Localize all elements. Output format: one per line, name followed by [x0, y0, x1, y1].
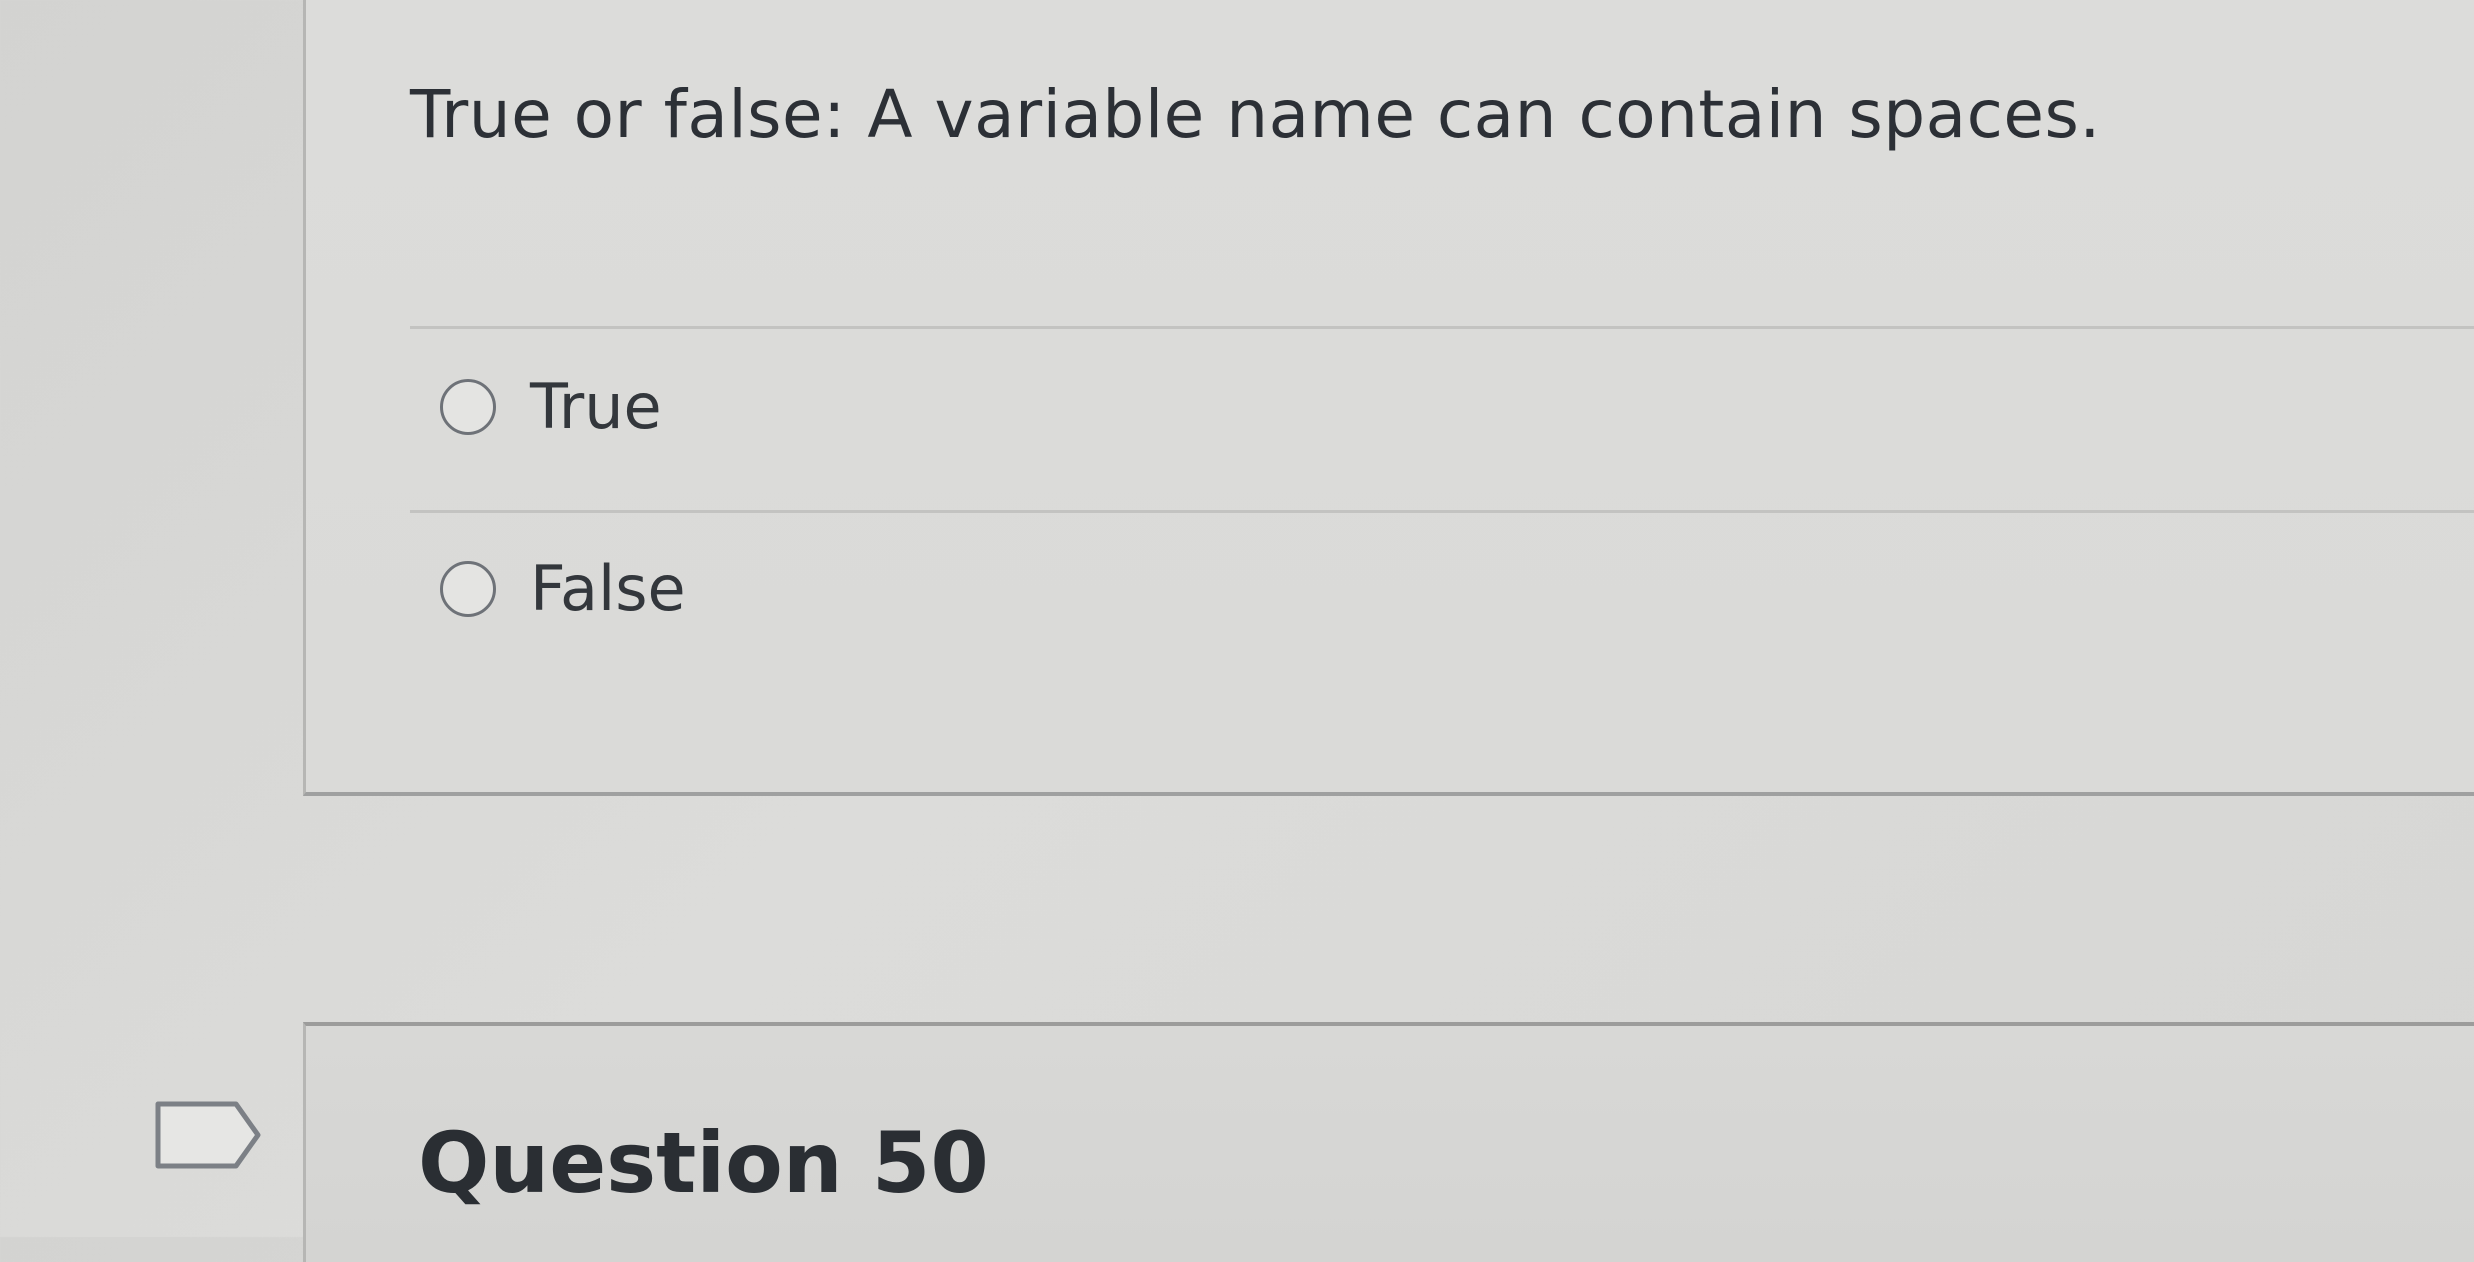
answer-label: True: [530, 370, 662, 443]
flag-outline-icon[interactable]: [154, 1100, 264, 1170]
divider: [410, 326, 2474, 329]
answer-option-true[interactable]: True: [440, 370, 662, 443]
question-text: True or false: A variable name can conta…: [410, 76, 2101, 153]
answer-option-false[interactable]: False: [440, 552, 686, 625]
next-question-card: Question 50: [303, 1022, 2474, 1262]
radio-button-icon[interactable]: [440, 378, 496, 435]
answer-label: False: [530, 552, 686, 625]
quiz-page: True or false: A variable name can conta…: [0, 0, 2474, 1262]
question-title: Question 50: [418, 1114, 989, 1212]
question-card: True or false: A variable name can conta…: [303, 0, 2474, 796]
radio-button-icon[interactable]: [440, 560, 496, 617]
divider: [410, 510, 2474, 513]
